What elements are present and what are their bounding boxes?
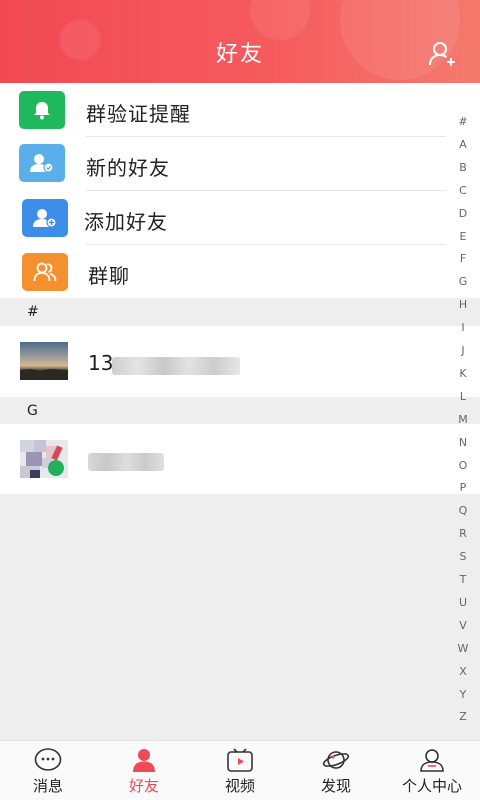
alpha-index-letter[interactable]: O [450, 459, 476, 472]
contact-name: 13 [88, 351, 114, 375]
alpha-index-letter[interactable]: S [450, 550, 476, 563]
contact-row[interactable] [0, 424, 480, 494]
alpha-index-letter[interactable]: G [450, 275, 476, 288]
header-bar: 好友 [0, 0, 480, 83]
alpha-index-letter[interactable]: R [450, 527, 476, 540]
alpha-index-letter[interactable]: I [450, 321, 476, 334]
menu-item-new-friends[interactable]: 新的好友 [0, 137, 480, 191]
menu-item-add-friend[interactable]: 添加好友 [0, 191, 480, 245]
friends-icon [133, 749, 155, 772]
alpha-index-letter[interactable]: F [450, 252, 476, 265]
tab-discover[interactable]: 发现 [288, 741, 384, 800]
page-title: 好友 [215, 42, 264, 67]
tab-label: 视频 [224, 777, 255, 795]
alpha-index-letter[interactable]: A [450, 138, 476, 151]
blurred-contact-name [88, 453, 164, 471]
alpha-index-letter[interactable]: Y [450, 688, 476, 701]
alpha-index-letter[interactable]: L [450, 390, 476, 403]
alpha-index-letter[interactable]: # [450, 115, 476, 128]
section-label: G [27, 403, 38, 419]
planet-icon [322, 751, 350, 769]
menu-item-group-chat[interactable]: 群聊 [0, 245, 480, 299]
alpha-index-letter[interactable]: Z [450, 710, 476, 723]
video-icon [227, 748, 253, 772]
tab-label: 个人中心 [401, 777, 462, 795]
alpha-index-letter[interactable]: C [450, 184, 476, 197]
menu-item-label: 新的好友 [86, 156, 170, 180]
tab-label: 好友 [128, 777, 159, 795]
section-label: # [27, 304, 39, 320]
tab-messages[interactable]: 消息 [0, 741, 96, 800]
alpha-index-letter[interactable]: Q [450, 504, 476, 517]
alpha-index-letter[interactable]: J [450, 344, 476, 357]
contact-row[interactable]: 13 [0, 326, 480, 397]
section-header-g: G [0, 397, 480, 424]
alpha-index-letter[interactable]: B [450, 161, 476, 174]
menu-item-label: 群聊 [88, 264, 130, 288]
alpha-index-letter[interactable]: W [450, 642, 476, 655]
bottom-tab-bar: 消息 好友 视频 发现 个人中心 [0, 740, 480, 800]
new-friend-icon [19, 144, 65, 182]
blurred-contact-name [112, 357, 240, 375]
bell-icon [19, 91, 65, 129]
alpha-index-letter[interactable]: P [450, 481, 476, 494]
section-header-hash: # [0, 298, 480, 326]
alpha-index-letter[interactable]: M [450, 413, 476, 426]
alpha-index-letter[interactable]: H [450, 298, 476, 311]
tab-video[interactable]: 视频 [192, 741, 288, 800]
tab-profile[interactable]: 个人中心 [384, 741, 480, 800]
tab-label: 发现 [320, 777, 351, 795]
add-friend-icon [22, 199, 68, 237]
message-icon [34, 748, 62, 771]
profile-icon [420, 749, 444, 772]
alpha-index-letter[interactable]: U [450, 596, 476, 609]
menu-item-label: 添加好友 [84, 210, 168, 234]
alpha-index-letter[interactable]: N [450, 436, 476, 449]
menu-item-group-verify[interactable]: 群验证提醒 [0, 83, 480, 137]
alphabet-index[interactable]: # A B C D E F G H I J K L M N O P Q R S T U V W X Y Z [450, 0, 480, 740]
tab-friends[interactable]: 好友 [96, 741, 192, 800]
alpha-index-letter[interactable]: E [450, 230, 476, 243]
alpha-index-letter[interactable]: X [450, 665, 476, 678]
alpha-index-letter[interactable]: V [450, 619, 476, 632]
alpha-index-letter[interactable]: K [450, 367, 476, 380]
group-chat-icon [22, 253, 68, 291]
mosaic-avatar [20, 440, 68, 478]
alpha-index-letter[interactable]: D [450, 207, 476, 220]
alpha-index-letter[interactable]: T [450, 573, 476, 586]
tab-label: 消息 [32, 777, 63, 795]
menu-item-label: 群验证提醒 [86, 102, 191, 126]
sunset-photo-avatar [20, 342, 68, 380]
